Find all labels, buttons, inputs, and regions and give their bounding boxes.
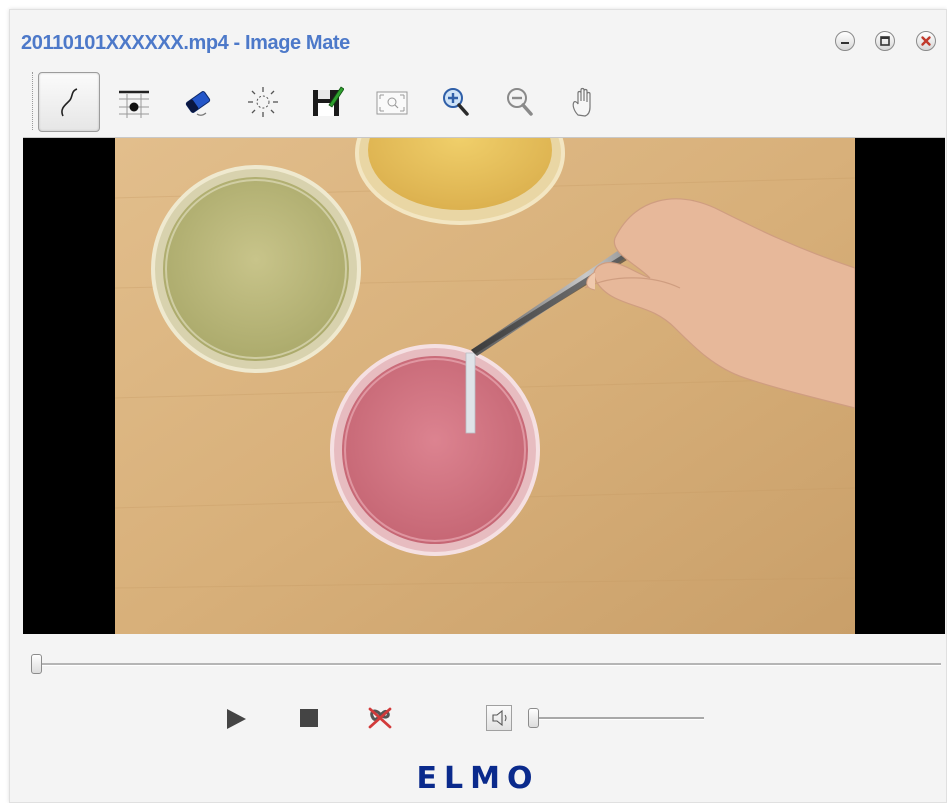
volume-track[interactable] — [528, 717, 704, 720]
fit-screen-icon — [376, 91, 408, 115]
zoom-in-icon — [443, 88, 469, 116]
elmo-logo: ELMO — [416, 761, 540, 796]
pen-tool-button[interactable] — [38, 72, 100, 132]
loop-off-icon[interactable] — [365, 704, 395, 732]
zoom-out-icon — [507, 88, 533, 116]
volume-thumb[interactable] — [528, 708, 539, 728]
image-mate-window: 20110101XXXXXX.mp4 - Image Mate ELMO — [9, 9, 947, 803]
seek-track[interactable] — [37, 663, 941, 666]
zoom-in-button[interactable] — [425, 72, 487, 132]
brightness-icon — [248, 87, 278, 117]
minimize-icon — [841, 42, 849, 44]
maximize-button[interactable] — [875, 31, 895, 51]
playback-controls — [10, 698, 946, 738]
minimize-button[interactable] — [835, 31, 855, 51]
brightness-button[interactable] — [232, 72, 294, 132]
save-edit-icon — [313, 86, 344, 116]
stop-icon[interactable] — [299, 708, 319, 728]
zoom-out-button[interactable] — [489, 72, 551, 132]
toolbar — [10, 66, 946, 136]
toolbar-grip — [32, 72, 35, 130]
hand-pan-icon — [572, 87, 591, 117]
close-button[interactable] — [916, 31, 936, 51]
maximize-icon — [880, 36, 890, 46]
video-viewport[interactable] — [23, 137, 945, 634]
grid-pointer-button[interactable] — [103, 72, 165, 132]
seek-thumb[interactable] — [31, 654, 42, 674]
pen-curve-icon — [61, 88, 78, 117]
close-icon — [921, 36, 931, 46]
fit-screen-button[interactable] — [361, 72, 423, 132]
title-bar: 20110101XXXXXX.mp4 - Image Mate — [10, 10, 946, 66]
window-title: 20110101XXXXXX.mp4 - Image Mate — [21, 32, 350, 54]
eraser-icon — [185, 91, 211, 116]
speaker-icon — [492, 709, 507, 727]
hand-pan-button[interactable] — [554, 72, 616, 132]
save-edit-button[interactable] — [296, 72, 358, 132]
video-frame — [115, 138, 855, 634]
seek-bar[interactable] — [23, 650, 945, 680]
eraser-button[interactable] — [167, 72, 229, 132]
play-icon[interactable] — [223, 706, 249, 732]
grid-pointer-icon — [119, 90, 149, 118]
mute-button[interactable] — [486, 705, 512, 731]
